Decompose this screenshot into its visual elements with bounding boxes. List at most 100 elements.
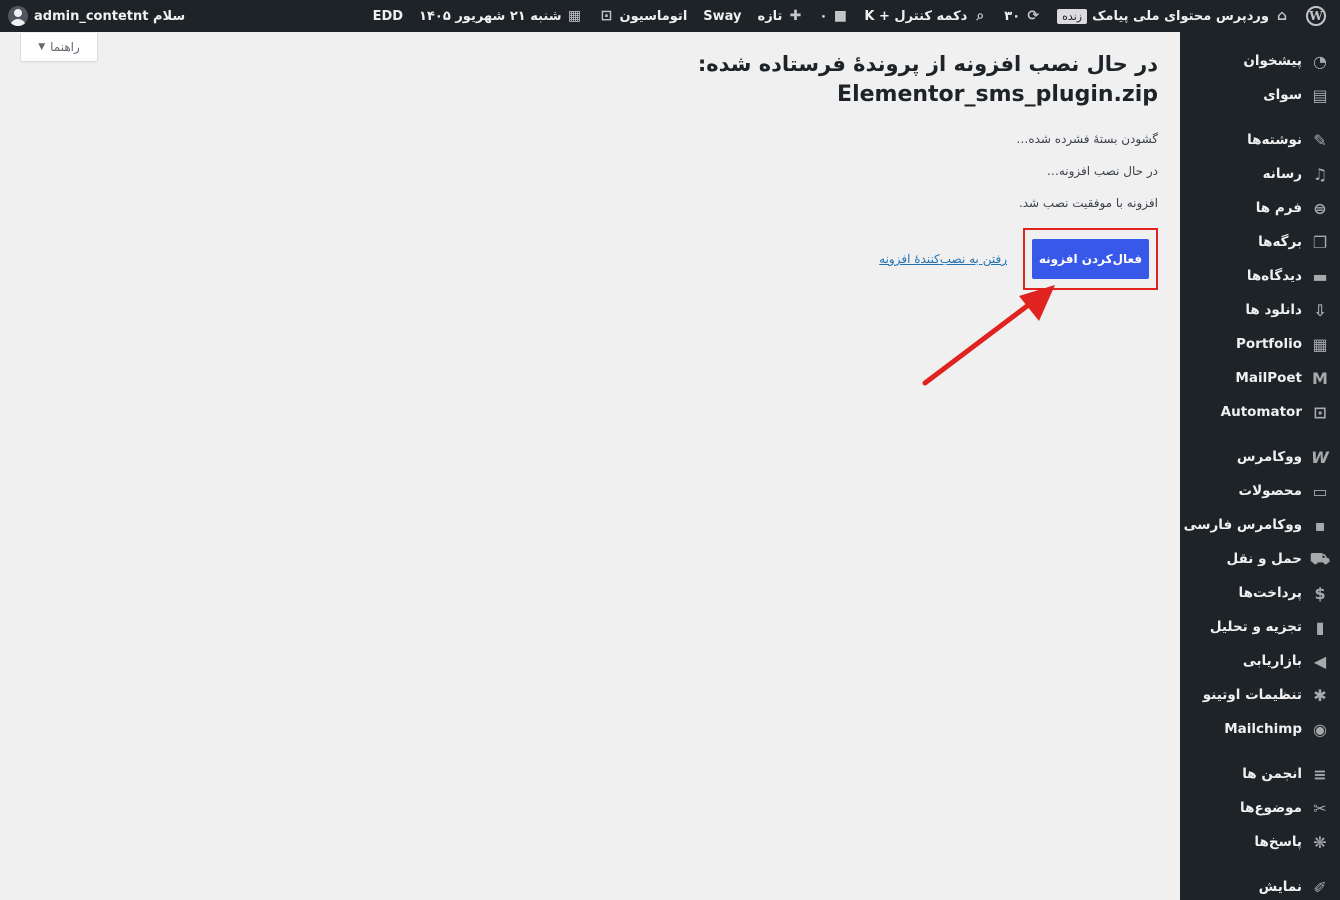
replies-icon: ❋: [1313, 832, 1327, 852]
updates-count: ۳۰: [1004, 8, 1021, 24]
comments-menu[interactable]: ■ ۰: [811, 0, 856, 32]
sidebar-item-label: پیشخوان: [1243, 53, 1302, 69]
avatar: [8, 6, 28, 26]
main-content: در حال نصب افزونه از پروندهٔ فرستاده شده…: [418, 50, 1158, 290]
sidebar-item-portfolio[interactable]: ▦ Portfolio: [1180, 327, 1340, 361]
sidebar-item-automator[interactable]: ⊡ Automator: [1180, 395, 1340, 429]
refresh-icon: ⟳: [1027, 8, 1040, 24]
return-to-installer-link[interactable]: رفتن به نصب‌کنندهٔ افزونه: [879, 252, 1007, 266]
sway-label: Sway: [703, 8, 742, 24]
caret-down-icon: ▼: [38, 42, 46, 52]
sidebar-item-forums[interactable]: ≡ انجمن ها: [1180, 757, 1340, 791]
sidebar-item-otino-settings[interactable]: ✱ تنظیمات اوتینو: [1180, 678, 1340, 712]
sidebar-item-topics[interactable]: ✂ موضوع‌ها: [1180, 791, 1340, 825]
asterisk-icon: ✱: [1313, 685, 1327, 705]
mailpoet-icon: M: [1312, 368, 1328, 388]
automation-menu[interactable]: اتوماسیون ⊡: [591, 0, 696, 32]
sidebar-item-label: فرم ها: [1255, 200, 1302, 216]
sidebar-item-label: MailPoet: [1235, 370, 1302, 386]
sidebar-item-label: برگه‌ها: [1258, 234, 1302, 250]
woo-persian-icon: ▪: [1314, 515, 1326, 535]
sidebar-item-comments[interactable]: ▬ دیدگاه‌ها: [1180, 259, 1340, 293]
sidebar-item-label: موضوع‌ها: [1240, 800, 1302, 816]
sidebar-item-replies[interactable]: ❋ پاسخ‌ها: [1180, 825, 1340, 859]
help-tab-button[interactable]: راهنما ▼: [20, 33, 98, 62]
sidebar-item-label: پاسخ‌ها: [1254, 834, 1302, 850]
sidebar-item-products[interactable]: ▭ محصولات: [1180, 474, 1340, 508]
sidebar-item-analytics[interactable]: ▮ تجزیه و تحلیل: [1180, 610, 1340, 644]
mailchimp-icon: ◉: [1313, 719, 1327, 739]
portfolio-icon: ▦: [1312, 334, 1328, 354]
sidebar-item-media[interactable]: ♫ رسانه: [1180, 157, 1340, 191]
woocommerce-icon: W: [1311, 447, 1329, 467]
sidebar-item-label: دانلود ها: [1245, 302, 1302, 318]
sidebar-item-woocommerce[interactable]: W ووکامرس: [1180, 440, 1340, 474]
updates-menu[interactable]: ⟳ ۳۰: [996, 0, 1049, 32]
edd-label: EDD: [372, 8, 404, 24]
appearance-icon: ✐: [1313, 877, 1327, 897]
search-icon: ⌕: [976, 8, 985, 24]
home-icon: ⌂: [1276, 8, 1288, 24]
help-tab-label: راهنما: [50, 40, 80, 54]
new-label: تازه: [757, 8, 783, 24]
edd-menu[interactable]: EDD: [365, 0, 411, 32]
sway-menu[interactable]: Sway: [695, 0, 749, 32]
topics-icon: ✂: [1313, 798, 1327, 818]
automation-label: اتوماسیون: [619, 8, 688, 24]
sidebar-item-shipping[interactable]: ⛟ حمل و نقل: [1180, 542, 1340, 576]
command-palette-button[interactable]: ⌕ دکمه کنترل + K: [856, 0, 996, 32]
sidebar-item-label: حمل و نقل: [1226, 551, 1302, 567]
sidebar-item-forms[interactable]: ⊜ فرم ها: [1180, 191, 1340, 225]
sidebar-item-mailchimp[interactable]: ◉ Mailchimp: [1180, 712, 1340, 746]
date-label: شنبه ۲۱ شهریور ۱۴۰۵: [419, 8, 562, 24]
sidebar-item-posts[interactable]: ✎ نوشته‌ها: [1180, 123, 1340, 157]
site-name-menu[interactable]: ⌂ وردپرس محتوای ملی پیامک زنده: [1049, 0, 1298, 32]
sidebar-item-label: بازاریابی: [1242, 653, 1302, 669]
sidebar-item-sway[interactable]: ▤ سوای: [1180, 78, 1340, 112]
forms-icon: ⊜: [1313, 198, 1327, 218]
admin-bar: W ⌂ وردپرس محتوای ملی پیامک زنده ⟳ ۳۰ ⌕ …: [0, 0, 1340, 32]
marketing-icon: ◀: [1313, 651, 1327, 671]
sidebar-item-woo-persian[interactable]: ▪ ووکامرس فارسی: [1180, 508, 1340, 542]
shipping-icon: ⛟: [1309, 548, 1331, 568]
sidebar-item-pages[interactable]: ❐ برگه‌ها: [1180, 225, 1340, 259]
sidebar-item-label: نوشته‌ها: [1247, 132, 1302, 148]
sidebar-item-label: محصولات: [1238, 483, 1302, 499]
annotation-arrow: [922, 285, 1055, 386]
sidebar-item-label: Automator: [1220, 404, 1302, 420]
sidebar-item-label: دیدگاه‌ها: [1246, 268, 1302, 284]
pages-icon: ❐: [1312, 232, 1328, 252]
robot-icon: ⊡: [600, 8, 613, 24]
account-menu[interactable]: سلام admin_contetnt: [0, 0, 185, 32]
plus-icon: ✚: [789, 8, 802, 24]
dashboard-icon: ◔: [1313, 51, 1327, 71]
activate-plugin-button[interactable]: فعال‌کردن افزونه: [1032, 239, 1149, 279]
plugin-filename: Elementor_sms_plugin.zip: [837, 82, 1158, 107]
wp-logo-menu[interactable]: W: [1298, 0, 1334, 32]
status-message-installing: در حال نصب افزونه…: [1046, 164, 1158, 178]
sidebar-item-downloads[interactable]: ⇩ دانلود ها: [1180, 293, 1340, 327]
new-content-menu[interactable]: ✚ تازه: [750, 0, 812, 32]
sidebar-item-appearance[interactable]: ✐ نمایش: [1180, 870, 1340, 900]
products-icon: ▭: [1312, 481, 1328, 501]
sidebar-item-dashboard[interactable]: ◔ پیشخوان: [1180, 44, 1340, 78]
admin-sidebar: ◔ پیشخوان ▤ سوای ✎ نوشته‌ها ♫ رسانه ⊜ فرم ها …: [1180, 32, 1340, 900]
sidebar-item-label: Portfolio: [1236, 336, 1302, 352]
sidebar-item-label: پرداخت‌ها: [1238, 585, 1302, 601]
sidebar-item-payments[interactable]: $ پرداخت‌ها: [1180, 576, 1340, 610]
status-message-success: افزونه با موفقیت نصب شد.: [1018, 196, 1158, 210]
sidebar-item-label: سوای: [1263, 87, 1302, 103]
sidebar-item-label: نمایش: [1258, 879, 1302, 895]
pin-icon: ✎: [1313, 130, 1327, 150]
status-message-unpacking: گشودن بستهٔ فشرده شده…: [1016, 132, 1158, 146]
page-title: در حال نصب افزونه از پروندهٔ فرستاده شده…: [697, 52, 1158, 76]
media-icon: ♫: [1312, 164, 1328, 184]
automator-icon: ⊡: [1313, 402, 1327, 422]
greeting: سلام admin_contetnt: [34, 8, 186, 24]
comments-icon: ▬: [1312, 266, 1328, 286]
sidebar-item-mailpoet[interactable]: M MailPoet: [1180, 361, 1340, 395]
date-menu[interactable]: ▦ شنبه ۲۱ شهریور ۱۴۰۵: [411, 0, 590, 32]
sidebar-item-marketing[interactable]: ◀ بازاریابی: [1180, 644, 1340, 678]
comments-count: ۰: [819, 8, 828, 24]
sidebar-item-label: تنظیمات اوتینو: [1202, 687, 1302, 703]
